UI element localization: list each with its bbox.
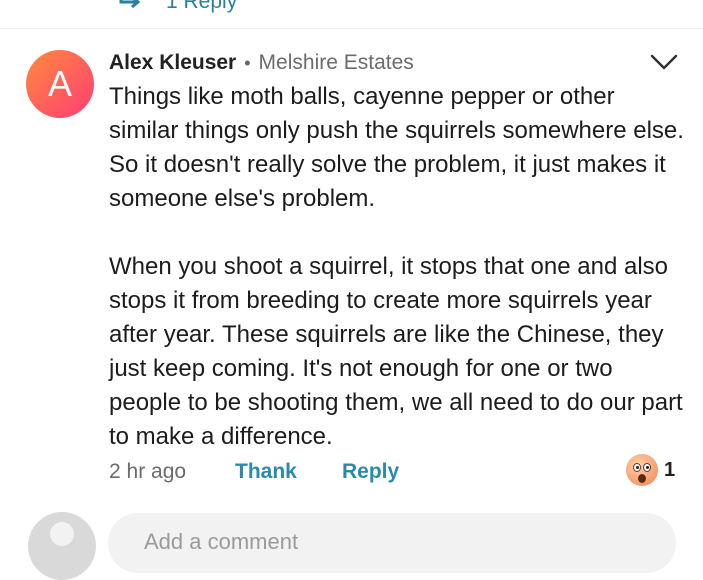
divider (0, 28, 703, 29)
avatar[interactable]: A (26, 50, 94, 118)
neighborhood-label[interactable]: Melshire Estates (259, 51, 414, 75)
reaction-summary[interactable]: 1 (626, 454, 675, 486)
comment-body: Things like moth balls, cayenne pepper o… (109, 80, 689, 454)
comment-actions: 2 hr ago Thank Reply (109, 456, 399, 488)
comment-input-placeholder: Add a comment (144, 529, 299, 554)
reply-count-label: 1 Reply (166, 0, 238, 13)
user-avatar (28, 512, 96, 580)
comment-paragraph: When you shoot a squirrel, it stops that… (109, 253, 683, 450)
thank-button[interactable]: Thank (235, 460, 342, 484)
timestamp: 2 hr ago (109, 460, 187, 483)
comment-paragraph: Things like moth balls, cayenne pepper o… (109, 83, 684, 212)
view-replies-link[interactable]: 1 Reply (118, 0, 237, 16)
reaction-count: 1 (664, 458, 676, 481)
comment-header: Alex Kleuser • Melshire Estates (109, 48, 414, 78)
wow-emoji-icon (626, 454, 658, 486)
avatar-letter: A (47, 63, 72, 104)
reply-button[interactable]: Reply (342, 460, 399, 484)
reply-arrow-icon (119, 0, 141, 9)
author-name[interactable]: Alex Kleuser (109, 51, 236, 75)
comment-input[interactable]: Add a comment (108, 513, 676, 573)
chevron-down-icon[interactable] (650, 52, 678, 72)
separator-dot: • (244, 52, 251, 73)
